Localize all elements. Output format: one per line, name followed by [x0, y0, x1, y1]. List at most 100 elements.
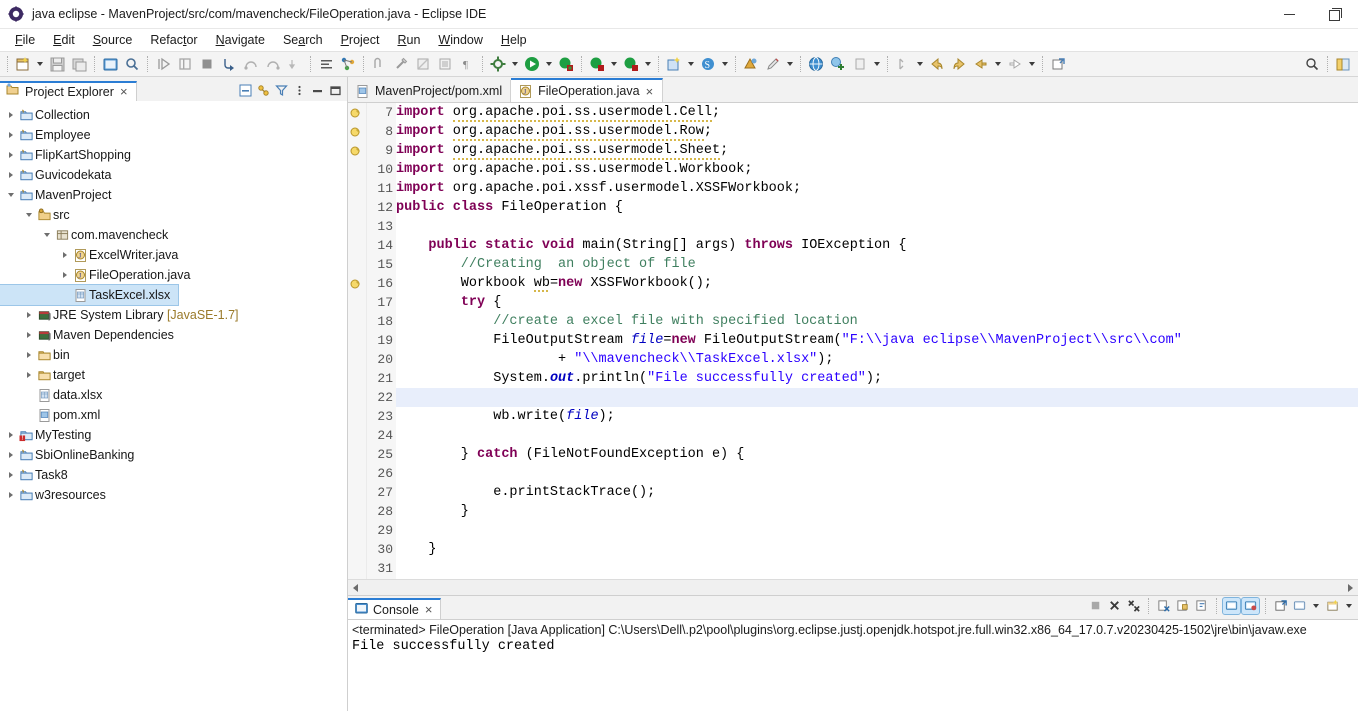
step-return-icon[interactable] — [263, 54, 283, 74]
scroll-track[interactable] — [363, 580, 1343, 595]
code-line[interactable]: } — [396, 540, 1358, 559]
menu-navigate[interactable]: Navigate — [207, 31, 274, 49]
warning-icon[interactable] — [350, 144, 364, 158]
code-line[interactable] — [396, 426, 1358, 445]
skip-breakpoints-icon[interactable] — [413, 54, 433, 74]
tree-item-bin[interactable]: bin — [0, 345, 347, 365]
debug-icon[interactable] — [556, 54, 576, 74]
code-line[interactable]: import org.apache.poi.ss.usermodel.Workb… — [396, 160, 1358, 179]
tree-item-src[interactable]: src — [0, 205, 347, 225]
tree-item-task8[interactable]: Task8 — [0, 465, 347, 485]
build-all-icon[interactable] — [391, 54, 411, 74]
back-icon[interactable] — [927, 54, 947, 74]
code-line[interactable]: + "\\mavencheck\\TaskExcel.xlsx"); — [396, 350, 1358, 369]
code-line[interactable]: //create a excel file with specified loc… — [396, 312, 1358, 331]
drop-to-frame-icon[interactable] — [285, 54, 305, 74]
close-icon[interactable]: × — [119, 85, 129, 98]
expand-arrow-icon[interactable] — [22, 327, 36, 343]
menu-source[interactable]: Source — [84, 31, 142, 49]
tree-item-target[interactable]: target — [0, 365, 347, 385]
tree-item-employee[interactable]: Employee — [0, 125, 347, 145]
code-line[interactable]: wb.write(file); — [396, 407, 1358, 426]
expand-arrow-icon[interactable] — [22, 347, 36, 363]
menu-project[interactable]: Project — [332, 31, 389, 49]
tree-item-pom-xml[interactable]: pom.xml — [0, 405, 347, 425]
code-line[interactable]: public class FileOperation { — [396, 198, 1358, 217]
open-declaration-icon[interactable] — [316, 54, 336, 74]
new-wizard-icon[interactable] — [13, 54, 33, 74]
forward-icon[interactable] — [949, 54, 969, 74]
new-package-dropdown-caret[interactable] — [719, 54, 730, 74]
show-console-on-output-icon[interactable] — [1222, 597, 1241, 615]
open-console-icon[interactable] — [1324, 598, 1341, 614]
code-line[interactable]: import org.apache.poi.xssf.usermodel.XSS… — [396, 179, 1358, 198]
tree-item-excelwriter-java[interactable]: J ExcelWriter.java — [0, 245, 347, 265]
save-all-icon[interactable] — [69, 54, 89, 74]
tree-item-flipkartshopping[interactable]: FlipKartShopping — [0, 145, 347, 165]
new-java-project-icon[interactable] — [664, 54, 684, 74]
code-line[interactable]: e.printStackTrace(); — [396, 483, 1358, 502]
display-selected-console-icon[interactable] — [1291, 598, 1308, 614]
external-tools-icon[interactable] — [488, 54, 508, 74]
expand-arrow-icon[interactable] — [4, 107, 18, 123]
tree-item-maven-dependencies[interactable]: Maven Dependencies — [0, 325, 347, 345]
tab-console[interactable]: Console × — [348, 598, 442, 619]
tree-item-collection[interactable]: Collection — [0, 105, 347, 125]
toggle-mark-occurrences-icon[interactable] — [435, 54, 455, 74]
open-perspective-icon[interactable] — [806, 54, 826, 74]
new-class-icon[interactable] — [741, 54, 761, 74]
editor-marker-gutter[interactable] — [348, 103, 367, 579]
expand-arrow-icon[interactable] — [4, 127, 18, 143]
new-package-icon[interactable]: S — [698, 54, 718, 74]
expand-arrow-icon[interactable] — [4, 447, 18, 463]
console-body[interactable]: <terminated> FileOperation [Java Applica… — [348, 620, 1358, 711]
tree-item-jre-system-library[interactable]: JRE System Library [JavaSE-1.7] — [0, 305, 347, 325]
external-tools-dropdown-caret[interactable] — [509, 54, 520, 74]
maximize-icon[interactable] — [328, 83, 343, 98]
minimize-button[interactable] — [1266, 0, 1312, 28]
expand-arrow-icon[interactable] — [58, 247, 72, 263]
code-line[interactable] — [396, 521, 1358, 540]
editor-code-area[interactable]: import org.apache.poi.ss.usermodel.Cell;… — [396, 103, 1358, 579]
pin-console-icon[interactable] — [1272, 598, 1289, 614]
scroll-lock-icon[interactable] — [1174, 598, 1191, 614]
menu-search[interactable]: Search — [274, 31, 332, 49]
terminate-icon[interactable] — [1087, 598, 1104, 614]
search-history-icon[interactable] — [850, 54, 870, 74]
project-tree[interactable]: Collection Employee FlipKartShopping Guvico… — [0, 101, 347, 711]
close-icon[interactable]: × — [424, 603, 434, 616]
profile-dropdown-caret[interactable] — [642, 54, 653, 74]
show-console-on-error-icon[interactable] — [1241, 597, 1260, 615]
tree-item-mytesting[interactable]: ! MyTesting — [0, 425, 347, 445]
new-java-console-icon[interactable] — [100, 54, 120, 74]
save-icon[interactable] — [47, 54, 67, 74]
tree-item-com-mavencheck[interactable]: com.mavencheck — [0, 225, 347, 245]
warning-icon[interactable] — [350, 277, 364, 291]
word-wrap-icon[interactable] — [1193, 598, 1210, 614]
tree-item-w3resources[interactable]: w3resources — [0, 485, 347, 505]
expand-arrow-icon[interactable] — [22, 307, 36, 323]
expand-arrow-icon[interactable] — [4, 427, 18, 443]
tree-item-mavenproject[interactable]: MavenProject — [0, 185, 347, 205]
scroll-left-arrow-icon[interactable] — [348, 580, 363, 595]
code-line[interactable]: System.out.println("File successfully cr… — [396, 369, 1358, 388]
editor-tab-fileoperation-java[interactable]: J FileOperation.java × — [511, 78, 664, 102]
minimize-icon[interactable] — [310, 83, 325, 98]
add-perspective-icon[interactable] — [828, 54, 848, 74]
expand-arrow-icon[interactable] — [4, 467, 18, 483]
back-history-dropdown-caret[interactable] — [992, 54, 1003, 74]
new-annotation-dropdown-caret[interactable] — [784, 54, 795, 74]
suspend-icon[interactable] — [175, 54, 195, 74]
expand-arrow-icon[interactable] — [22, 367, 36, 383]
tree-item-fileoperation-java[interactable]: J FileOperation.java — [0, 265, 347, 285]
back-history-icon[interactable] — [971, 54, 991, 74]
profile-icon[interactable] — [621, 54, 641, 74]
link-editor-icon[interactable] — [1048, 54, 1068, 74]
menu-edit[interactable]: Edit — [44, 31, 84, 49]
expand-arrow-icon[interactable] — [4, 187, 18, 203]
tree-item-data-xlsx[interactable]: data.xlsx — [0, 385, 347, 405]
restore-button[interactable] — [1312, 0, 1358, 28]
view-menu-icon[interactable] — [292, 83, 307, 98]
menu-refactor[interactable]: Refactor — [141, 31, 206, 49]
run-icon[interactable] — [522, 54, 542, 74]
